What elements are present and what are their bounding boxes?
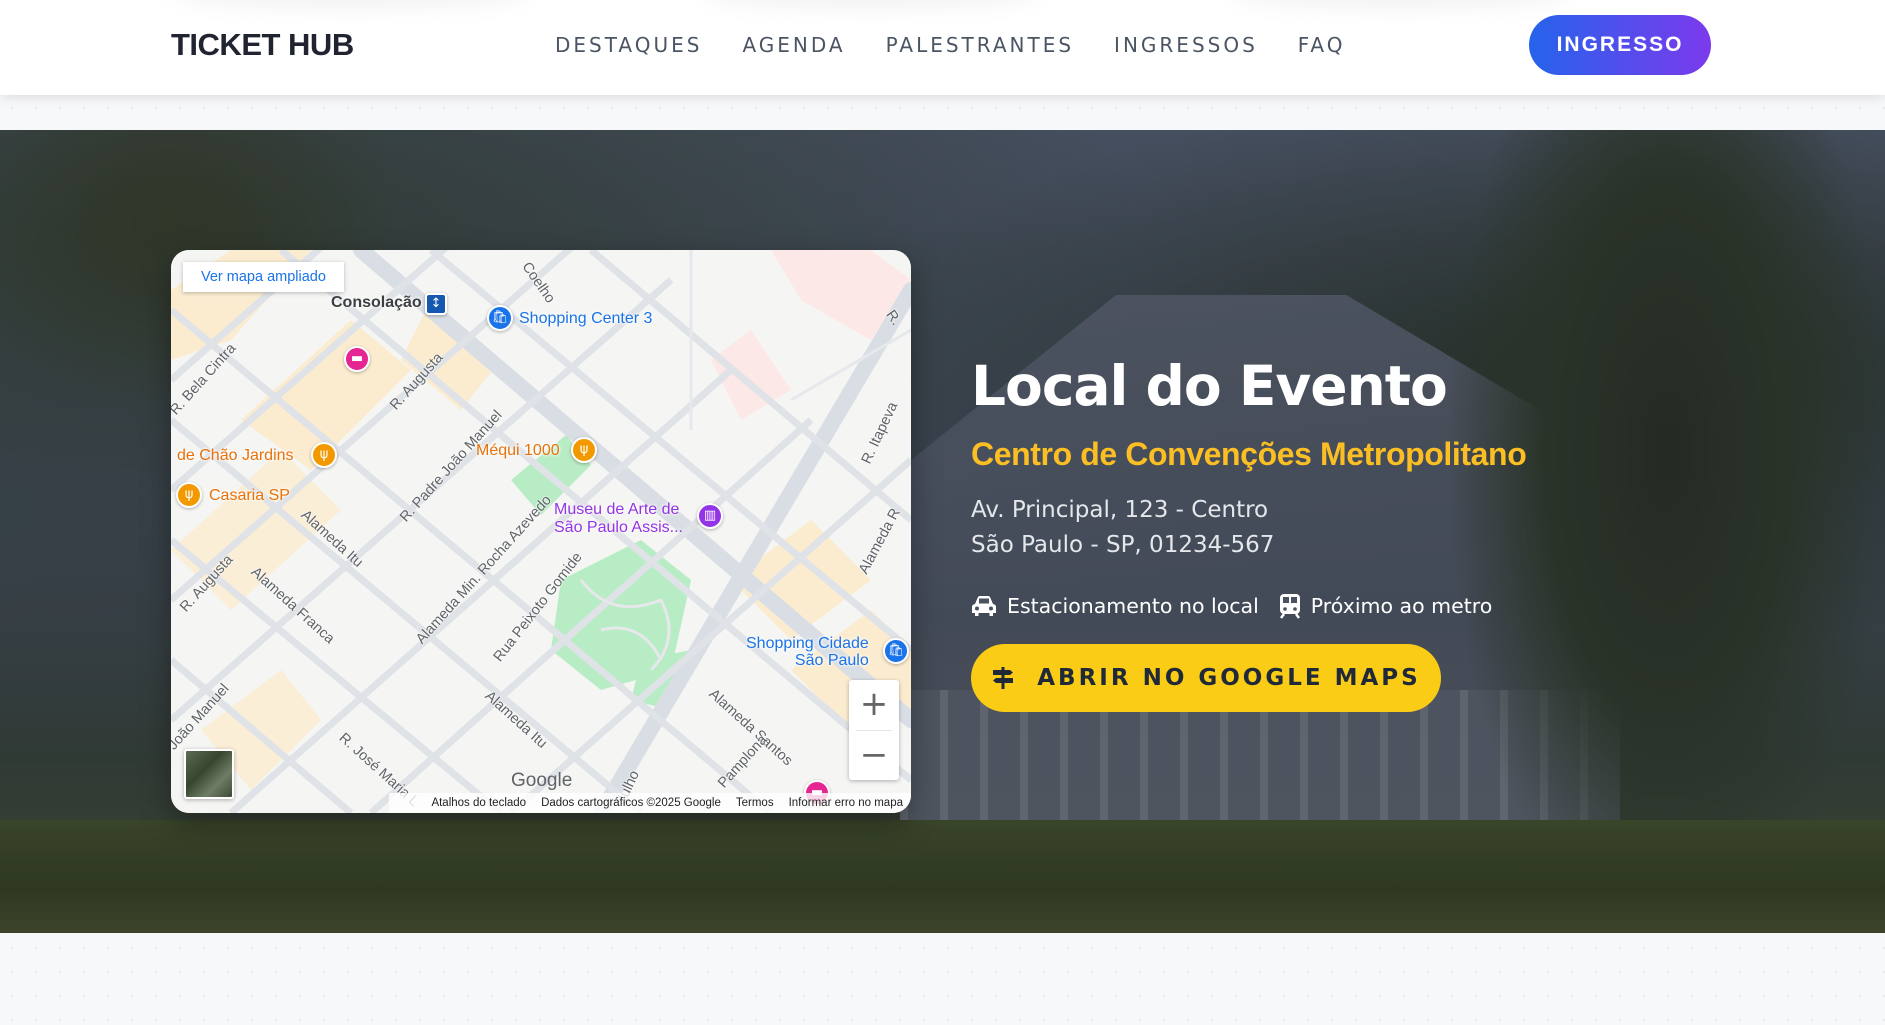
map-canvas[interactable]: [171, 250, 911, 813]
open-google-maps-button[interactable]: ABRIR NO GOOGLE MAPS: [971, 644, 1441, 712]
restaurant-icon[interactable]: ψ: [311, 442, 337, 468]
car-icon: [971, 595, 997, 617]
cta-label: ABRIR NO GOOGLE MAPS: [1037, 665, 1421, 691]
feature-metro: Próximo ao metro: [1279, 593, 1493, 619]
venue-name: Centro de Convenções Metropolitano: [971, 436, 1527, 472]
place-label[interactable]: Shopping Cidade São Paulo: [746, 635, 869, 669]
directions-sign-icon: [991, 666, 1015, 690]
place-label-line: Museu de Arte de: [554, 501, 680, 518]
zoom-controls: + −: [849, 680, 899, 780]
museum-icon[interactable]: ▥: [697, 503, 723, 529]
map-footer: Atalhos do teclado Dados cartográficos ©…: [389, 793, 911, 813]
nav-decor: [700, 0, 1040, 8]
restaurant-icon[interactable]: ψ: [571, 437, 597, 463]
address-line: São Paulo - SP, 01234-567: [971, 532, 1275, 558]
nav-decor: [1230, 0, 1570, 8]
main-nav: DESTAQUES AGENDA PALESTRANTES INGRESSOS …: [555, 33, 1386, 57]
section-title: Local do Evento: [971, 354, 1448, 418]
nav-link-ingressos[interactable]: INGRESSOS: [1114, 33, 1258, 57]
address-line: Av. Principal, 123 - Centro: [971, 497, 1269, 523]
shopping-icon[interactable]: 🛍: [883, 638, 909, 664]
place-label[interactable]: Casaria SP: [209, 487, 290, 505]
google-logo: Google: [511, 770, 573, 791]
metro-icon[interactable]: ↕: [425, 293, 447, 315]
place-label[interactable]: Shopping Center 3: [519, 310, 652, 328]
venue-features: Estacionamento no local Próximo ao metro: [971, 593, 1591, 619]
nav-link-faq[interactable]: FAQ: [1298, 33, 1346, 57]
feature-label: Estacionamento no local: [1007, 594, 1259, 618]
nav-decor: [170, 0, 530, 8]
report-error-link[interactable]: Informar erro no mapa: [789, 797, 903, 809]
venue-address: Av. Principal, 123 - Centro São Paulo - …: [971, 493, 1591, 563]
place-label[interactable]: de Chão Jardins: [177, 447, 294, 465]
view-larger-map-link[interactable]: Ver mapa ampliado: [183, 262, 344, 292]
train-icon: [1279, 593, 1301, 619]
embedded-map[interactable]: Ver mapa ampliado Consolação ↕ 🛍 Shoppin…: [171, 250, 911, 813]
logo[interactable]: TICKET HUB: [171, 27, 354, 63]
place-label-line: São Paulo: [794, 652, 869, 669]
shopping-icon[interactable]: 🛍: [487, 305, 513, 331]
place-label-line: São Paulo Assis...: [554, 519, 683, 536]
feature-parking: Estacionamento no local: [971, 594, 1259, 618]
place-label[interactable]: Museu de Arte de São Paulo Assis...: [554, 501, 683, 537]
nav-link-palestrantes[interactable]: PALESTRANTES: [886, 33, 1074, 57]
satellite-toggle[interactable]: [184, 749, 234, 799]
venue-info: Local do Evento Centro de Convenções Met…: [971, 350, 1591, 712]
place-label-line: Shopping Cidade: [746, 635, 869, 652]
place-label[interactable]: Méqui 1000: [476, 442, 560, 460]
navbar: TICKET HUB DESTAQUES AGENDA PALESTRANTES…: [0, 0, 1885, 95]
place-label[interactable]: Consolação: [331, 294, 422, 312]
feature-label: Próximo ao metro: [1310, 594, 1493, 618]
hotel-icon[interactable]: ▬: [344, 346, 370, 372]
ticket-button[interactable]: INGRESSO: [1529, 15, 1711, 75]
nav-link-destaques[interactable]: DESTAQUES: [555, 33, 702, 57]
nav-link-agenda[interactable]: AGENDA: [742, 33, 845, 57]
zoom-in-button[interactable]: +: [849, 680, 899, 730]
map-data-credit: Dados cartográficos ©2025 Google: [541, 797, 721, 809]
terms-link[interactable]: Termos: [736, 797, 774, 809]
keyboard-shortcuts-link[interactable]: Atalhos do teclado: [431, 797, 526, 809]
zoom-out-button[interactable]: −: [849, 731, 899, 781]
restaurant-icon[interactable]: ψ: [176, 482, 202, 508]
